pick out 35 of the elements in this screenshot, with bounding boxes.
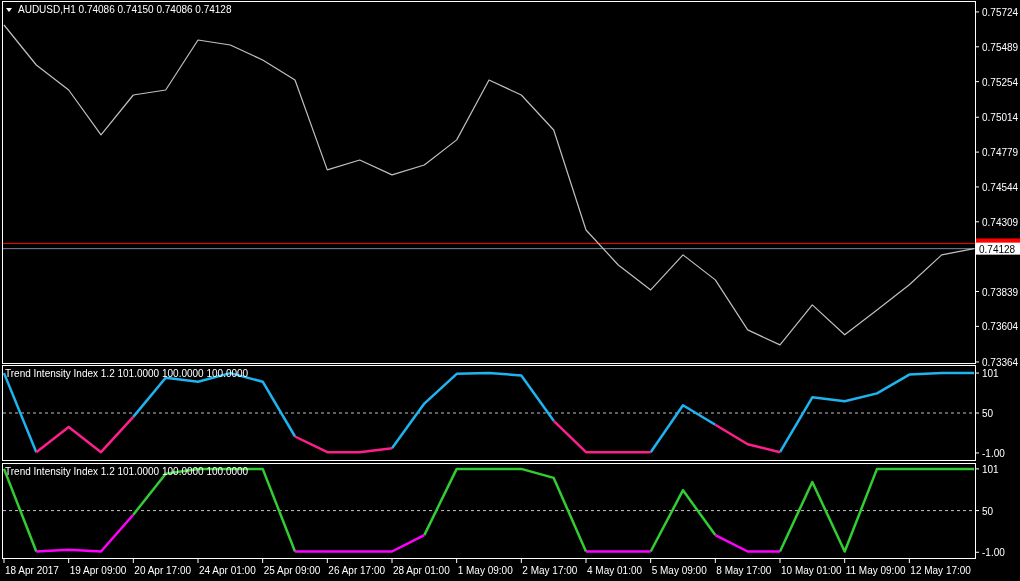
ref-line-label: 0.74128	[979, 243, 1016, 255]
time-axis-label: 18 Apr 2017	[5, 565, 59, 576]
axis-label: 0.74544	[982, 181, 1019, 193]
price-marker	[976, 238, 1020, 244]
chart-title: AUDUSD,H1 0.74086 0.74150 0.74086 0.74128	[18, 4, 232, 15]
time-axis-label: 5 May 09:00	[651, 565, 707, 576]
axis-label: 0.74779	[982, 147, 1019, 159]
time-axis-label: 11 May 09:00	[845, 565, 906, 576]
time-axis-label: 12 May 17:00	[910, 565, 971, 576]
axis-label: 101	[982, 368, 999, 380]
time-axis-label: 24 Apr 01:00	[199, 565, 256, 576]
time-axis-label: 26 Apr 17:00	[328, 565, 386, 576]
axis-label: 50	[982, 505, 994, 517]
axis-label: 0.73839	[982, 286, 1019, 298]
axis-label: 0.73604	[982, 321, 1019, 333]
axis-label: 101	[982, 464, 999, 475]
axis-label: 50	[982, 408, 994, 419]
time-axis-label: 10 May 01:00	[781, 565, 842, 576]
axis-label: 0.75724	[982, 6, 1019, 18]
axis-label: 0.75254	[982, 76, 1019, 88]
axis-label: 0.75489	[982, 41, 1019, 53]
axis-label: -1.00	[982, 547, 1005, 559]
axis-label: 0.75014	[982, 112, 1019, 124]
time-axis-label: 20 Apr 17:00	[134, 565, 192, 576]
axis-label: 0.73364	[982, 356, 1019, 368]
time-axis-label: 8 May 17:00	[716, 565, 772, 576]
dropdown-triangle-icon[interactable]	[6, 8, 12, 12]
axis-label: 0.74309	[982, 216, 1019, 228]
axis-label: -1.00	[982, 447, 1005, 459]
time-axis-label: 2 May 17:00	[522, 565, 578, 576]
time-axis-label: 28 Apr 01:00	[393, 565, 450, 576]
time-axis-label: 1 May 09:00	[457, 565, 513, 576]
time-axis-label: 25 Apr 09:00	[263, 565, 321, 576]
time-axis-label: 4 May 01:00	[587, 565, 643, 576]
time-axis-label: 19 Apr 09:00	[69, 565, 127, 576]
